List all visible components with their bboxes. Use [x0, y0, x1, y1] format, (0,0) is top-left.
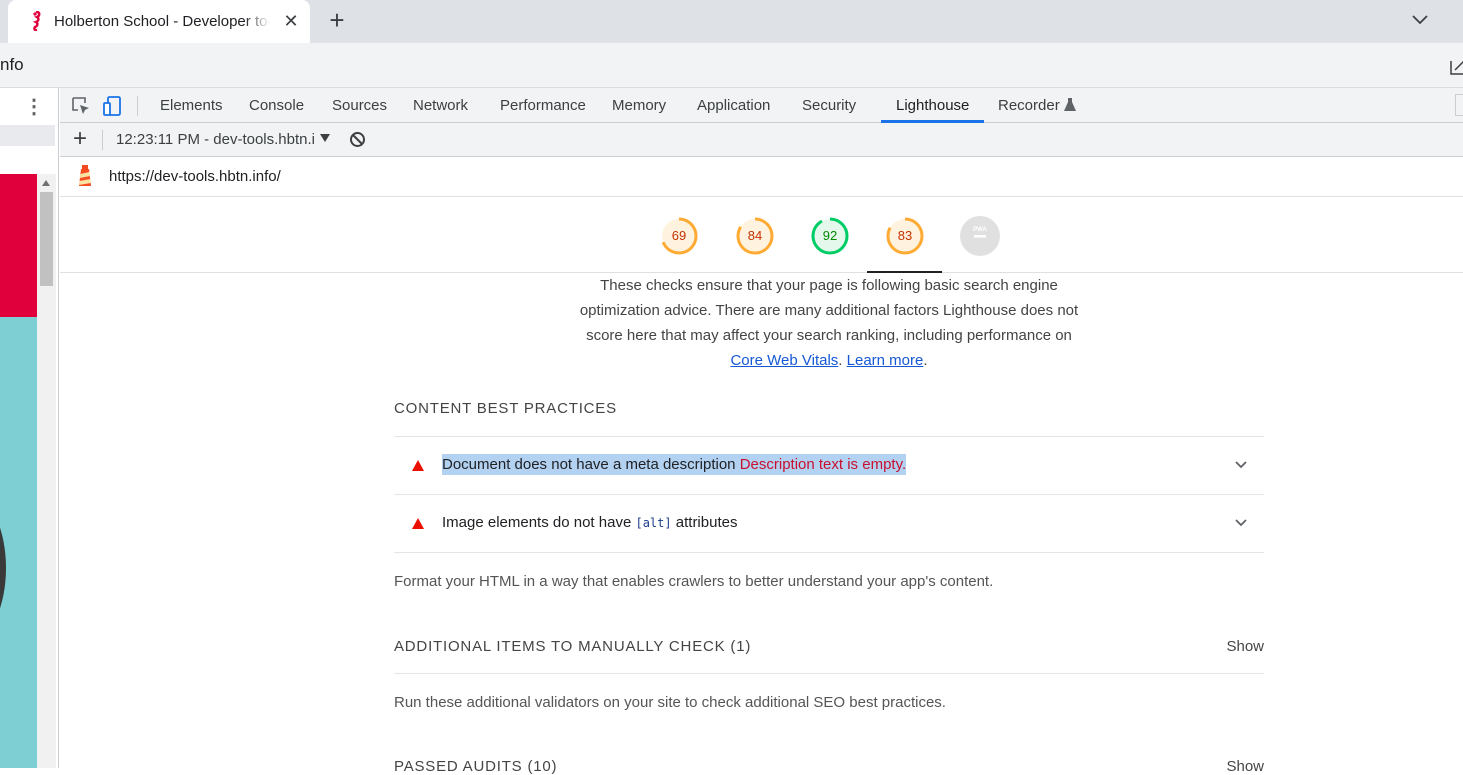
audit-title: Image elements do not have [alt] attribu… — [442, 514, 737, 531]
description-line: score here that may affect your search r… — [586, 327, 1072, 344]
score-gauges: 69 84 92 83 PWA — [60, 197, 1463, 273]
group-manual-checks[interactable]: Additional items to manually check (1) — [394, 638, 1264, 655]
panel-edge — [1455, 94, 1463, 116]
gauge-seo[interactable]: 83 — [885, 216, 925, 256]
gauge-pwa[interactable]: PWA — [960, 216, 1000, 256]
gauge-score: 69 — [671, 228, 687, 243]
tab-network[interactable]: Network — [413, 88, 468, 123]
fail-triangle-icon — [412, 460, 424, 471]
chevron-down-icon[interactable] — [1234, 457, 1248, 471]
page-viewport: ⋮ — [0, 88, 59, 768]
page-header-strip — [0, 125, 55, 146]
tab-memory[interactable]: Memory — [612, 88, 666, 123]
audit-error-text: Description text is empty. — [739, 454, 907, 475]
link-separator: . — [838, 352, 847, 369]
devtools-tab-bar: Elements Console Sources Network Perform… — [60, 88, 1463, 123]
core-web-vitals-link[interactable]: Core Web Vitals — [730, 352, 838, 369]
chevron-down-icon[interactable] — [1234, 515, 1248, 529]
audit-image-alt[interactable]: Image elements do not have [alt] attribu… — [394, 494, 1264, 552]
device-toolbar-icon[interactable] — [102, 95, 124, 117]
audit-title-text: attributes — [671, 514, 738, 531]
group-title-content-best-practices: Content Best Practices — [394, 400, 617, 417]
audit-title: Document does not have a meta descriptio… — [442, 454, 907, 475]
report-url-row: https://dev-tools.hbtn.info/ — [60, 157, 1463, 197]
tab-performance[interactable]: Performance — [500, 88, 586, 123]
category-description: These checks ensure that your page is fo… — [554, 273, 1104, 373]
page-hero-red — [0, 174, 37, 317]
tab-security[interactable]: Security — [802, 88, 856, 123]
group-title-passed-audits[interactable]: Passed audits (10) — [394, 758, 557, 775]
toolbar-separator — [102, 130, 103, 150]
new-report-button[interactable]: + — [70, 127, 90, 151]
flask-icon — [1064, 98, 1076, 111]
audit-title-text: Document does not have a meta descriptio… — [442, 454, 736, 475]
gauge-accessibility[interactable]: 84 — [735, 216, 775, 256]
new-tab-button[interactable]: + — [324, 7, 350, 34]
scrollbar-thumb[interactable] — [40, 192, 53, 286]
tab-application[interactable]: Application — [697, 88, 770, 123]
scroll-up-icon[interactable] — [42, 180, 50, 186]
toolbar-separator — [137, 96, 138, 116]
gauge-performance[interactable]: 69 — [659, 216, 699, 256]
chevron-down-icon[interactable] — [1408, 8, 1432, 32]
show-manual-button[interactable]: Show — [1226, 638, 1264, 655]
lighthouse-icon — [79, 165, 91, 186]
dropdown-caret-icon[interactable] — [320, 134, 330, 142]
tab-lighthouse[interactable]: Lighthouse — [896, 88, 969, 123]
lighthouse-toolbar: + 12:23:11 PM - dev-tools.hbtn.i — [60, 123, 1463, 157]
manual-description: Run these additional validators on your … — [394, 694, 946, 711]
address-text[interactable]: nfo — [0, 55, 24, 75]
audit-title-text: Image elements do not have — [442, 514, 636, 531]
seahorse-favicon-icon — [32, 11, 41, 31]
gauge-score: 92 — [822, 228, 838, 243]
tab-close-icon[interactable]: ✕ — [280, 10, 302, 32]
report-url: https://dev-tools.hbtn.info/ — [109, 168, 281, 185]
audit-code: [alt] — [635, 516, 672, 530]
page-hero-teal — [0, 317, 37, 768]
description-links: Core Web Vitals. Learn more. — [554, 348, 1104, 373]
show-passed-button[interactable]: Show — [1226, 758, 1264, 775]
page-scrollbar[interactable] — [37, 174, 56, 768]
link-end: . — [923, 352, 928, 369]
tab-sources[interactable]: Sources — [332, 88, 387, 123]
gauge-score: 83 — [897, 228, 913, 243]
fail-triangle-icon — [412, 518, 424, 529]
clear-all-icon[interactable] — [349, 131, 366, 148]
divider — [394, 552, 1264, 553]
tab-title: Holberton School - Developer tools — [54, 13, 270, 30]
address-bar[interactable]: nfo — [0, 43, 1463, 88]
tab-console[interactable]: Console — [249, 88, 304, 123]
gauge-score: 84 — [747, 228, 763, 243]
pwa-label: PWA — [973, 227, 987, 233]
more-options-icon[interactable]: ⋮ — [24, 96, 44, 118]
gauge-best-practices[interactable]: 92 — [810, 216, 850, 256]
browser-tab-strip: Holberton School - Developer tools ✕ + — [0, 0, 1463, 43]
divider — [394, 673, 1264, 674]
inspect-element-icon[interactable] — [70, 95, 92, 117]
tab-elements[interactable]: Elements — [160, 88, 223, 123]
description-line: optimization advice. There are many addi… — [579, 302, 1079, 319]
group-description: Format your HTML in a way that enables c… — [394, 573, 994, 590]
browser-tab[interactable]: Holberton School - Developer tools ✕ — [8, 0, 310, 43]
learn-more-link[interactable]: Learn more — [847, 352, 924, 369]
description-line: These checks ensure that your page is fo… — [600, 277, 1058, 294]
report-selector[interactable]: 12:23:11 PM - dev-tools.hbtn.i — [116, 131, 315, 148]
audit-meta-description[interactable]: Document does not have a meta descriptio… — [394, 436, 1264, 494]
tab-recorder[interactable]: Recorder — [998, 88, 1060, 123]
group-title-manual: Additional items to manually check (1) — [394, 638, 752, 655]
edit-icon[interactable] — [1450, 57, 1463, 75]
